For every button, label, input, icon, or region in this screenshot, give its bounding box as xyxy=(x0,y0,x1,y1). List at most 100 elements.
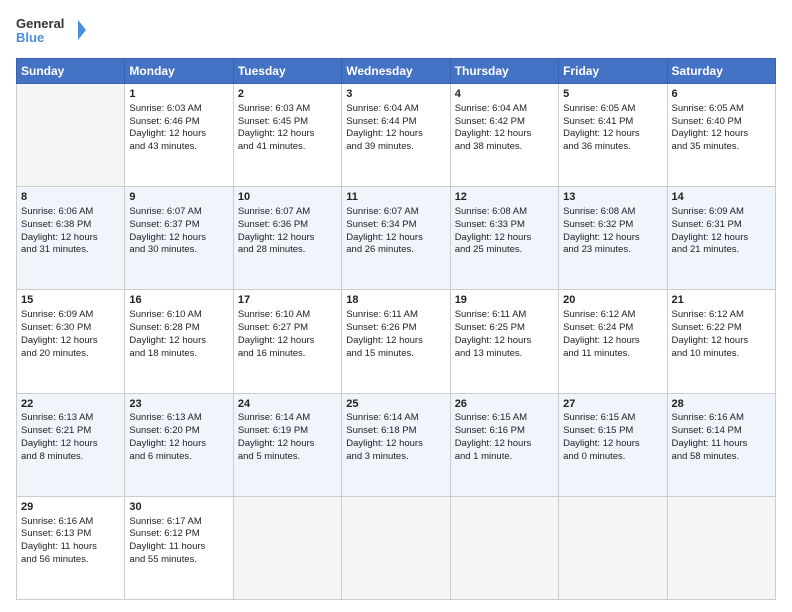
day-info-line: Daylight: 12 hours xyxy=(563,128,662,141)
day-info-line: and 13 minutes. xyxy=(455,348,554,361)
day-info-line: Sunrise: 6:12 AM xyxy=(563,309,662,322)
day-info-line: and 58 minutes. xyxy=(672,451,771,464)
day-info-line: and 0 minutes. xyxy=(563,451,662,464)
day-info-line: Sunrise: 6:03 AM xyxy=(129,103,228,116)
day-info-line: Sunset: 6:32 PM xyxy=(563,219,662,232)
page: General Blue SundayMondayTuesdayWednesda… xyxy=(0,0,792,612)
calendar-cell xyxy=(667,496,775,599)
day-info-line: Sunrise: 6:07 AM xyxy=(346,206,445,219)
day-info-line: and 5 minutes. xyxy=(238,451,337,464)
day-info-line: Sunset: 6:28 PM xyxy=(129,322,228,335)
day-info-line: and 41 minutes. xyxy=(238,141,337,154)
calendar-cell: 16Sunrise: 6:10 AMSunset: 6:28 PMDayligh… xyxy=(125,290,233,393)
day-info-line: Sunset: 6:36 PM xyxy=(238,219,337,232)
calendar-cell: 23Sunrise: 6:13 AMSunset: 6:20 PMDayligh… xyxy=(125,393,233,496)
calendar-cell: 6Sunrise: 6:05 AMSunset: 6:40 PMDaylight… xyxy=(667,84,775,187)
calendar-cell xyxy=(342,496,450,599)
day-info-line: and 39 minutes. xyxy=(346,141,445,154)
day-info-line: Daylight: 12 hours xyxy=(563,438,662,451)
day-info-line: Daylight: 12 hours xyxy=(455,438,554,451)
day-info-line: Daylight: 12 hours xyxy=(21,438,120,451)
day-info-line: Daylight: 12 hours xyxy=(455,232,554,245)
day-info-line: and 26 minutes. xyxy=(346,244,445,257)
day-number: 12 xyxy=(455,190,554,205)
day-number: 23 xyxy=(129,397,228,412)
day-info-line: Daylight: 12 hours xyxy=(455,335,554,348)
day-info-line: and 36 minutes. xyxy=(563,141,662,154)
day-info-line: Daylight: 11 hours xyxy=(21,541,120,554)
calendar-cell xyxy=(450,496,558,599)
calendar-cell: 27Sunrise: 6:15 AMSunset: 6:15 PMDayligh… xyxy=(559,393,667,496)
calendar-cell: 22Sunrise: 6:13 AMSunset: 6:21 PMDayligh… xyxy=(17,393,125,496)
logo: General Blue xyxy=(16,12,86,48)
day-info-line: Sunrise: 6:09 AM xyxy=(672,206,771,219)
calendar-cell: 9Sunrise: 6:07 AMSunset: 6:37 PMDaylight… xyxy=(125,187,233,290)
day-info-line: Daylight: 12 hours xyxy=(672,128,771,141)
day-number: 11 xyxy=(346,190,445,205)
day-info-line: Sunset: 6:42 PM xyxy=(455,116,554,129)
day-info-line: Sunrise: 6:08 AM xyxy=(455,206,554,219)
day-info-line: Sunset: 6:34 PM xyxy=(346,219,445,232)
calendar-cell: 30Sunrise: 6:17 AMSunset: 6:12 PMDayligh… xyxy=(125,496,233,599)
calendar-cell: 10Sunrise: 6:07 AMSunset: 6:36 PMDayligh… xyxy=(233,187,341,290)
day-info-line: Sunset: 6:20 PM xyxy=(129,425,228,438)
svg-text:Blue: Blue xyxy=(16,30,44,45)
day-info-line: Sunset: 6:38 PM xyxy=(21,219,120,232)
day-number: 25 xyxy=(346,397,445,412)
day-info-line: Sunset: 6:18 PM xyxy=(346,425,445,438)
day-info-line: Daylight: 12 hours xyxy=(346,438,445,451)
day-of-week-sunday: Sunday xyxy=(17,59,125,84)
day-info-line: Sunrise: 6:08 AM xyxy=(563,206,662,219)
calendar-cell: 5Sunrise: 6:05 AMSunset: 6:41 PMDaylight… xyxy=(559,84,667,187)
day-info-line: Sunrise: 6:16 AM xyxy=(21,516,120,529)
day-info-line: Daylight: 12 hours xyxy=(238,128,337,141)
calendar-cell xyxy=(559,496,667,599)
day-info-line: Sunset: 6:15 PM xyxy=(563,425,662,438)
day-info-line: Daylight: 12 hours xyxy=(21,335,120,348)
calendar-week-5: 29Sunrise: 6:16 AMSunset: 6:13 PMDayligh… xyxy=(17,496,776,599)
days-of-week-row: SundayMondayTuesdayWednesdayThursdayFrid… xyxy=(17,59,776,84)
day-info-line: Sunrise: 6:15 AM xyxy=(563,412,662,425)
day-info-line: Daylight: 11 hours xyxy=(129,541,228,554)
day-number: 15 xyxy=(21,293,120,308)
calendar-cell: 3Sunrise: 6:04 AMSunset: 6:44 PMDaylight… xyxy=(342,84,450,187)
day-info-line: Daylight: 12 hours xyxy=(346,232,445,245)
calendar-cell: 18Sunrise: 6:11 AMSunset: 6:26 PMDayligh… xyxy=(342,290,450,393)
day-info-line: Sunrise: 6:05 AM xyxy=(563,103,662,116)
calendar-cell: 15Sunrise: 6:09 AMSunset: 6:30 PMDayligh… xyxy=(17,290,125,393)
day-info-line: Sunrise: 6:11 AM xyxy=(346,309,445,322)
day-info-line: Sunrise: 6:14 AM xyxy=(346,412,445,425)
day-info-line: Sunset: 6:30 PM xyxy=(21,322,120,335)
day-info-line: Sunrise: 6:16 AM xyxy=(672,412,771,425)
day-info-line: Sunrise: 6:04 AM xyxy=(346,103,445,116)
day-info-line: Sunset: 6:16 PM xyxy=(455,425,554,438)
day-info-line: and 16 minutes. xyxy=(238,348,337,361)
day-number: 4 xyxy=(455,87,554,102)
calendar-cell: 28Sunrise: 6:16 AMSunset: 6:14 PMDayligh… xyxy=(667,393,775,496)
day-info-line: and 56 minutes. xyxy=(21,554,120,567)
day-number: 30 xyxy=(129,500,228,515)
day-info-line: Sunset: 6:12 PM xyxy=(129,528,228,541)
calendar-table: SundayMondayTuesdayWednesdayThursdayFrid… xyxy=(16,58,776,600)
day-number: 29 xyxy=(21,500,120,515)
day-number: 13 xyxy=(563,190,662,205)
day-info-line: and 38 minutes. xyxy=(455,141,554,154)
calendar-cell: 2Sunrise: 6:03 AMSunset: 6:45 PMDaylight… xyxy=(233,84,341,187)
day-number: 19 xyxy=(455,293,554,308)
day-info-line: and 35 minutes. xyxy=(672,141,771,154)
day-info-line: Sunset: 6:25 PM xyxy=(455,322,554,335)
day-info-line: Sunrise: 6:12 AM xyxy=(672,309,771,322)
day-info-line: Daylight: 12 hours xyxy=(563,335,662,348)
day-of-week-tuesday: Tuesday xyxy=(233,59,341,84)
day-info-line: Sunset: 6:40 PM xyxy=(672,116,771,129)
day-info-line: Sunset: 6:22 PM xyxy=(672,322,771,335)
day-info-line: Daylight: 12 hours xyxy=(21,232,120,245)
calendar-body: 1Sunrise: 6:03 AMSunset: 6:46 PMDaylight… xyxy=(17,84,776,600)
day-info-line: Daylight: 12 hours xyxy=(346,128,445,141)
calendar-cell: 12Sunrise: 6:08 AMSunset: 6:33 PMDayligh… xyxy=(450,187,558,290)
day-number: 10 xyxy=(238,190,337,205)
day-info-line: Sunset: 6:24 PM xyxy=(563,322,662,335)
day-info-line: Daylight: 12 hours xyxy=(129,232,228,245)
day-info-line: Sunrise: 6:10 AM xyxy=(238,309,337,322)
day-of-week-wednesday: Wednesday xyxy=(342,59,450,84)
